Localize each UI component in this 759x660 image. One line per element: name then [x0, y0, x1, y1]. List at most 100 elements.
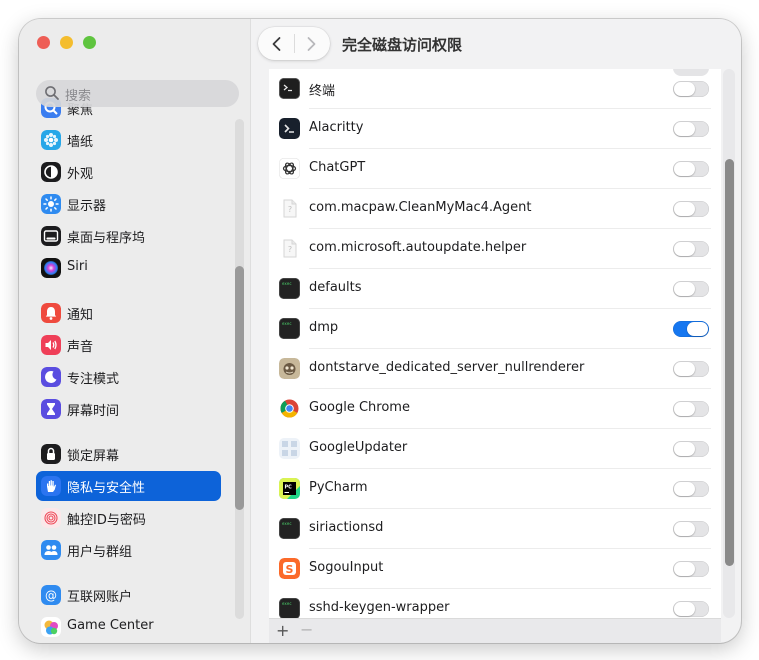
sidebar-item-game-center[interactable]: Game Center [36, 612, 221, 642]
list-item: ? com.macpaw.CleanMyMac4.Agent [269, 189, 721, 229]
list-item: exec defaults [269, 269, 721, 309]
toggle-knob [687, 322, 708, 336]
sidebar-item-label: 通知 [67, 308, 94, 323]
svg-text:?: ? [288, 205, 292, 214]
access-toggle[interactable] [673, 241, 709, 257]
sidebar-item-label: 专注模式 [67, 372, 120, 387]
app-name: Alacritty [309, 120, 364, 135]
svg-text:exec: exec [282, 281, 292, 286]
access-toggle[interactable] [673, 521, 709, 537]
access-toggle[interactable] [673, 401, 709, 417]
access-toggle[interactable] [673, 281, 709, 297]
sidebar-item-lock-screen[interactable]: 锁定屏幕 [36, 439, 221, 469]
svg-text:?: ? [288, 245, 292, 254]
appearance-icon [41, 162, 61, 182]
svg-text:@: @ [45, 589, 57, 603]
chevron-left-icon[interactable] [270, 36, 284, 52]
app-name: dmp [309, 320, 339, 335]
main-pane: 完全磁盘访问权限 终端 Alacritty ChatGPT ? com.macp… [251, 19, 741, 643]
toggle-knob [674, 162, 695, 176]
chevron-right-icon[interactable] [304, 36, 318, 52]
sidebar-scrollbar-thumb[interactable] [235, 266, 244, 510]
add-app-button[interactable]: + [276, 621, 289, 640]
access-toggle[interactable] [673, 321, 709, 337]
minimize-window-button[interactable] [60, 36, 73, 49]
app-name: sshd-keygen-wrapper [309, 600, 450, 615]
list-item: Alacritty [269, 109, 721, 149]
wallpaper-icon [41, 130, 61, 150]
sidebar-item-wallpaper[interactable]: 墙纸 [36, 125, 221, 155]
focus-icon [41, 367, 61, 387]
toggle-knob [674, 282, 695, 296]
app-name: com.macpaw.CleanMyMac4.Agent [309, 200, 532, 215]
sidebar-item-label: Siri [67, 259, 88, 274]
svg-text:exec: exec [282, 521, 292, 526]
privacy-hand-icon [41, 476, 61, 496]
exec-terminal-icon: exec [279, 278, 300, 299]
access-toggle[interactable] [673, 361, 709, 377]
desktop-dock-icon [41, 226, 61, 246]
list-item: exec sshd-keygen-wrapper [269, 589, 721, 618]
sidebar-item-label: 声音 [67, 340, 94, 355]
sidebar-item-screen-time[interactable]: 屏幕时间 [36, 394, 221, 424]
list-item: dontstarve_dedicated_server_nullrenderer [269, 349, 721, 389]
fingerprint-icon [41, 508, 61, 528]
remove-app-button[interactable]: − [300, 620, 313, 639]
sidebar-item-desktop-dock[interactable]: 桌面与程序坞 [36, 221, 221, 251]
game-center-icon [41, 617, 61, 637]
toggle-knob [674, 242, 695, 256]
sidebar-item-label: 触控ID与密码 [67, 513, 146, 528]
list-item: PC PyCharm [269, 469, 721, 509]
list-item: GoogleUpdater [269, 429, 721, 469]
sidebar-item-label: 互联网账户 [67, 590, 133, 605]
list-item: ChatGPT [269, 149, 721, 189]
sidebar-item-siri[interactable]: Siri [36, 253, 221, 283]
access-toggle[interactable] [673, 481, 709, 497]
list-item: 终端 [269, 69, 721, 109]
google-updater-icon [279, 438, 300, 459]
list-item: exec siriactionsd [269, 509, 721, 549]
access-toggle[interactable] [673, 81, 709, 97]
sidebar-item-notifications[interactable]: 通知 [36, 298, 221, 328]
access-toggle[interactable] [673, 441, 709, 457]
sidebar-item-users-groups[interactable]: 用户与群组 [36, 535, 221, 565]
sidebar-item-appearance[interactable]: 外观 [36, 157, 221, 187]
sidebar-item-displays[interactable]: 显示器 [36, 189, 221, 219]
app-name: Google Chrome [309, 400, 410, 415]
toggle-knob [674, 602, 695, 616]
close-window-button[interactable] [37, 36, 50, 49]
sidebar-item-label: 桌面与程序坞 [67, 231, 146, 246]
app-name: SogouInput [309, 560, 384, 575]
app-list: 终端 Alacritty ChatGPT ? com.macpaw.CleanM… [269, 69, 721, 618]
generic-document-icon: ? [279, 198, 300, 219]
sidebar-item-touch-id-password[interactable]: 触控ID与密码 [36, 503, 221, 533]
exec-terminal-icon: exec [279, 518, 300, 539]
toggle-knob [674, 82, 695, 96]
list-item: ? com.microsoft.autoupdate.helper [269, 229, 721, 269]
sidebar-item-internet-accounts[interactable]: @ 互联网账户 [36, 580, 221, 610]
app-name: GoogleUpdater [309, 440, 408, 455]
list-item: S SogouInput [269, 549, 721, 589]
toggle-knob [674, 442, 695, 456]
sidebar-item-privacy-security[interactable]: 隐私与安全性 [36, 471, 221, 501]
pycharm-icon: PC [279, 478, 300, 499]
access-toggle[interactable] [673, 601, 709, 617]
sidebar: 聚焦 搜索 墙纸 外观 显示器 桌面与程序坞 Siri 通知 声音 专注模式 屏… [19, 19, 251, 643]
titlebar: 完全磁盘访问权限 [251, 19, 741, 69]
sidebar-item-focus[interactable]: 专注模式 [36, 362, 221, 392]
access-toggle[interactable] [673, 161, 709, 177]
sidebar-item-label: 隐私与安全性 [67, 481, 146, 496]
access-toggle[interactable] [673, 201, 709, 217]
list-scrollbar-thumb[interactable] [725, 159, 734, 566]
access-toggle[interactable] [673, 121, 709, 137]
search-field[interactable]: 搜索 [36, 80, 239, 107]
exec-terminal-icon: exec [279, 598, 300, 618]
sound-icon [41, 335, 61, 355]
search-icon [45, 86, 59, 100]
access-toggle[interactable] [673, 561, 709, 577]
app-name: dontstarve_dedicated_server_nullrenderer [309, 360, 585, 375]
zoom-window-button[interactable] [83, 36, 96, 49]
sidebar-item-sound[interactable]: 声音 [36, 330, 221, 360]
sidebar-item-label: 用户与群组 [67, 545, 133, 560]
app-name: defaults [309, 280, 362, 295]
